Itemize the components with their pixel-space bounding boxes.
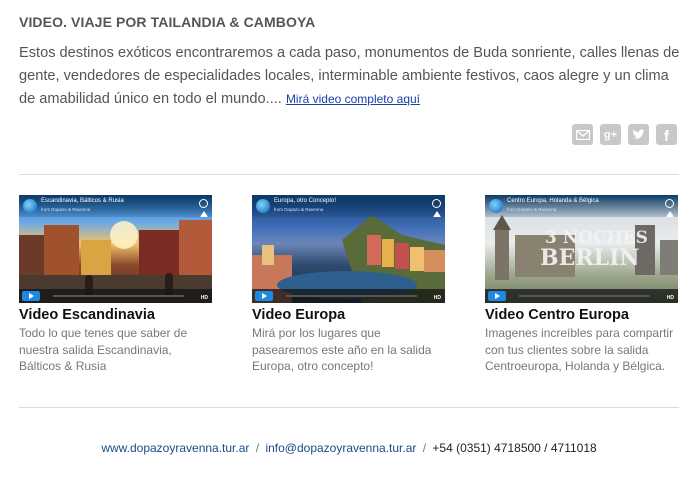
- video-thumbnail[interactable]: 3 NOCHES BERLIN Centro Europa, Holanda &…: [485, 195, 678, 303]
- separator: /: [255, 441, 260, 455]
- divider: [19, 174, 679, 175]
- player-controls: HD: [19, 289, 212, 303]
- progress-bar[interactable]: [286, 295, 417, 297]
- play-icon[interactable]: [22, 291, 40, 301]
- thumbnail-title: Escandinavia, Bálticos & Rusia: [41, 198, 124, 204]
- article-body: Estos destinos exóticos encontraremos a …: [19, 42, 681, 111]
- progress-bar[interactable]: [519, 295, 650, 297]
- facebook-icon[interactable]: f: [656, 124, 677, 145]
- thumbnail-subtitle: from Dopazo & Ravenna: [274, 207, 324, 212]
- email-link[interactable]: info@dopazoyravenna.tur.ar: [265, 441, 416, 455]
- thumbnail-title: Europa, otro Concepto!: [274, 198, 337, 204]
- video-thumbnail[interactable]: Europa, otro Concepto! from Dopazo & Rav…: [252, 195, 445, 303]
- separator: /: [422, 441, 427, 455]
- video-thumbnail[interactable]: Escandinavia, Bálticos & Rusia from Dopa…: [19, 195, 212, 303]
- watch-video-link[interactable]: Mirá video completo aquí: [286, 92, 420, 106]
- mail-icon[interactable]: [572, 124, 593, 145]
- watch-later-icon[interactable]: [199, 199, 208, 208]
- channel-logo-icon: [256, 199, 270, 213]
- social-share-bar: g+ f: [572, 124, 677, 145]
- footer-contact: www.dopazoyravenna.tur.ar / info@dopazoy…: [19, 441, 679, 455]
- video-card-europa: Europa, otro Concepto! from Dopazo & Rav…: [252, 195, 447, 375]
- google-plus-icon[interactable]: g+: [600, 124, 621, 145]
- hd-icon[interactable]: HD: [667, 295, 674, 301]
- hd-icon[interactable]: HD: [434, 295, 441, 301]
- video-description: Todo lo que tenes que saber de nuestra s…: [19, 326, 188, 373]
- article-title: VIDEO. VIAJE POR TAILANDIA & CAMBOYA: [19, 14, 316, 30]
- video-description: Imagenes increíbles para compartir con t…: [485, 326, 674, 373]
- video-title[interactable]: Video Escandinavia: [19, 307, 214, 323]
- video-title[interactable]: Video Centro Europa: [485, 307, 680, 323]
- video-card-escandinavia: Escandinavia, Bálticos & Rusia from Dopa…: [19, 195, 214, 375]
- player-controls: HD: [252, 289, 445, 303]
- watch-later-icon[interactable]: [665, 199, 674, 208]
- channel-logo-icon: [23, 199, 37, 213]
- channel-logo-icon: [489, 199, 503, 213]
- play-icon[interactable]: [488, 291, 506, 301]
- phone-number: +54 (0351) 4718500 / 4711018: [432, 441, 597, 455]
- overlay-text: BERLIN: [540, 245, 640, 271]
- video-description: Mirá por los lugares que pasearemos este…: [252, 326, 432, 373]
- share-icon[interactable]: [200, 211, 208, 217]
- thumbnail-title: Centro Europa, Holanda & Bélgica: [507, 198, 599, 204]
- video-card-centro-europa: 3 NOCHES BERLIN Centro Europa, Holanda &…: [485, 195, 680, 375]
- divider: [19, 407, 679, 408]
- video-list: Escandinavia, Bálticos & Rusia from Dopa…: [19, 195, 698, 385]
- watch-later-icon[interactable]: [432, 199, 441, 208]
- progress-bar[interactable]: [53, 295, 184, 297]
- twitter-icon[interactable]: [628, 124, 649, 145]
- thumbnail-subtitle: from Dopazo & Ravenna: [41, 207, 91, 212]
- play-icon[interactable]: [255, 291, 273, 301]
- share-icon[interactable]: [666, 211, 674, 217]
- player-controls: HD: [485, 289, 678, 303]
- website-link[interactable]: www.dopazoyravenna.tur.ar: [101, 441, 249, 455]
- share-icon[interactable]: [433, 211, 441, 217]
- video-title[interactable]: Video Europa: [252, 307, 447, 323]
- thumbnail-subtitle: from Dopazo & Ravenna: [507, 207, 557, 212]
- hd-icon[interactable]: HD: [201, 295, 208, 301]
